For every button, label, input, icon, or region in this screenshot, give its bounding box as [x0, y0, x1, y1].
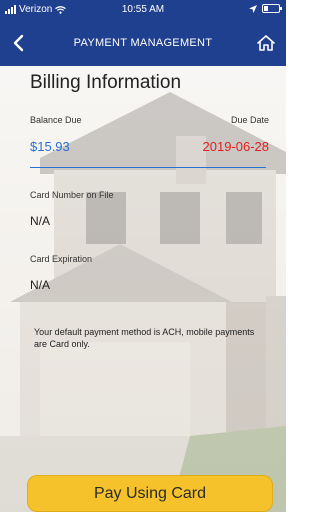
location-arrow-icon [249, 4, 257, 13]
nav-bar: PAYMENT MANAGEMENT [0, 20, 286, 66]
due-date-value: 2019-06-28 [202, 139, 270, 154]
battery-icon [262, 4, 282, 13]
due-date-label: Due Date [230, 115, 269, 125]
card-expiration-value: N/A [30, 278, 51, 292]
home-button[interactable] [252, 29, 280, 57]
billing-content: Billing Information Balance Due Due Date… [0, 66, 286, 512]
status-bar: Verizon 10:55 AM [0, 0, 286, 20]
card-number-value: N/A [30, 214, 51, 228]
payment-method-note: Your default payment method is ACH, mobi… [34, 327, 255, 349]
balance-due-value: $15.93 [30, 139, 70, 154]
card-expiration-label: Card Expiration [30, 254, 93, 264]
pay-using-card-button[interactable]: Pay Using Card [27, 475, 273, 512]
card-number-label: Card Number on File [30, 190, 114, 200]
status-right [249, 4, 282, 13]
divider [30, 167, 266, 168]
status-time: 10:55 AM [121, 4, 165, 15]
nav-title: PAYMENT MANAGEMENT [73, 37, 213, 49]
home-icon [257, 35, 275, 51]
balance-due-label: Balance Due [30, 115, 82, 125]
billing-heading: Billing Information [30, 72, 182, 93]
